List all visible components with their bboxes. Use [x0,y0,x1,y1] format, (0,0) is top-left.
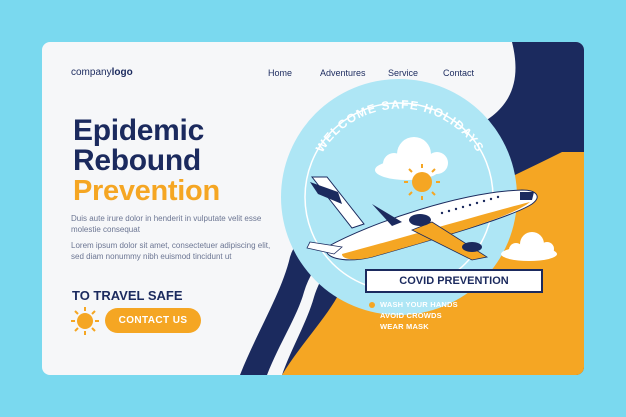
nav-adventures[interactable]: Adventures [320,68,366,78]
tagline: TO TRAVEL SAFE [72,288,183,303]
contact-us-button[interactable]: CONTACT US [105,308,201,333]
hero-paragraph-2: Lorem ipsum dolor sit amet, consectetuer… [71,241,271,261]
tip-item: AVOID CROWDS [369,310,458,321]
nav-service[interactable]: Service [388,68,418,78]
tip-label: AVOID CROWDS [380,311,442,320]
nav-home[interactable]: Home [268,68,292,78]
bullet-dot [369,323,375,330]
sun-icon [71,307,99,335]
hero-title-line1: Epidemic [73,114,204,147]
tip-item: WASH YOUR HANDS [369,299,458,310]
company-logo[interactable]: companylogo [71,67,133,78]
hero-paragraph-1: Duis aute irure dolor in henderit in vul… [71,214,262,234]
tip-label: WEAR MASK [380,322,429,331]
prevention-tips: WASH YOUR HANDS AVOID CROWDS WEAR MASK [369,299,458,332]
landing-card: WELCOME SAFE HOLIDAYS companylogo Home A… [42,42,584,375]
logo-text: company [71,67,112,78]
bullet-dot [369,312,375,319]
bullet-dot [369,301,375,308]
covid-prevention-banner: COVID PREVENTION [365,269,543,293]
hero-title-line2: Rebound [73,144,201,177]
nav-contact[interactable]: Contact [443,68,474,78]
tip-label: WASH YOUR HANDS [380,300,458,309]
tip-item: WEAR MASK [369,321,458,332]
hero-title-line3: Prevention [73,175,220,207]
logo-text-bold: logo [111,67,133,78]
